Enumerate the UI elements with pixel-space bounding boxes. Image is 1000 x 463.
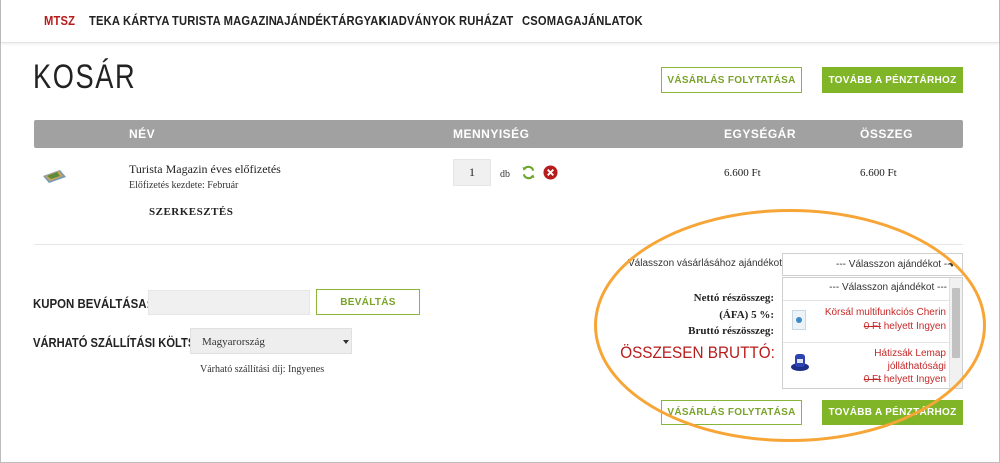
edit-link[interactable]: SZERKESZTÉS — [149, 206, 233, 218]
nav-item-teka-kartya[interactable]: TEKA KÁRTYA — [89, 13, 170, 28]
cart-table-header: NÉV MENNYISÉG EGYSÉGÁR ÖSSZEG — [34, 120, 963, 148]
shipping-label: VÁRHATÓ SZÁLLÍTÁSI KÖLTSÉG — [33, 335, 212, 350]
nav-item-turista-magazin[interactable]: TURISTA MAGAZIN — [172, 13, 277, 28]
chevron-down-icon — [343, 340, 349, 344]
nav-item-mtsz[interactable]: MTSZ — [44, 13, 75, 28]
header-name: NÉV — [129, 127, 156, 141]
product-subscription-start: Előfizetés kezdete: Február — [129, 180, 239, 191]
coupon-input[interactable] — [148, 290, 310, 315]
country-select-value: Magyarország — [202, 336, 265, 348]
nav-item-csomagajanlatok[interactable]: CSOMAGAJÁNLATOK — [522, 13, 643, 28]
refresh-icon[interactable] — [521, 165, 536, 180]
header-quantity: MENNYISÉG — [453, 127, 530, 141]
top-nav: MTSZ TEKA KÁRTYA TURISTA MAGAZIN AJÁNDÉK… — [1, 0, 999, 43]
coupon-label: KUPON BEVÁLTÁSA: — [33, 296, 151, 311]
highlight-annotation — [594, 209, 986, 442]
product-name[interactable]: Turista Magazin éves előfizetés — [129, 162, 281, 177]
continue-shopping-button-top[interactable]: VÁSÁRLÁS FOLYTATÁSA — [661, 67, 802, 93]
nav-item-kiadvanyok[interactable]: KIADVÁNYOK — [379, 13, 456, 28]
shipping-fee-text: Várható szállítási díj: Ingyenes — [200, 364, 325, 375]
header-unit-price: EGYSÉGÁR — [724, 127, 797, 141]
quantity-input[interactable]: 1 — [453, 159, 491, 186]
country-select[interactable]: Magyarország — [190, 328, 352, 354]
quantity-unit: db — [500, 169, 510, 180]
nav-item-ajandektargyak[interactable]: AJÁNDÉKTÁRGYAK — [276, 13, 387, 28]
remove-icon[interactable] — [543, 165, 558, 180]
product-thumbnail[interactable] — [40, 167, 68, 185]
unit-price-value: 6.600 Ft — [724, 167, 761, 179]
page-title: KOSÁR — [33, 58, 137, 96]
header-total: ÖSSZEG — [860, 127, 914, 141]
coupon-redeem-button[interactable]: BEVÁLTÁS — [316, 289, 420, 315]
row-total-value: 6.600 Ft — [860, 167, 897, 179]
nav-item-ruhazat[interactable]: RUHÁZAT — [459, 13, 513, 28]
checkout-button-top[interactable]: TOVÁBB A PÉNZTÁRHOZ — [822, 67, 963, 93]
